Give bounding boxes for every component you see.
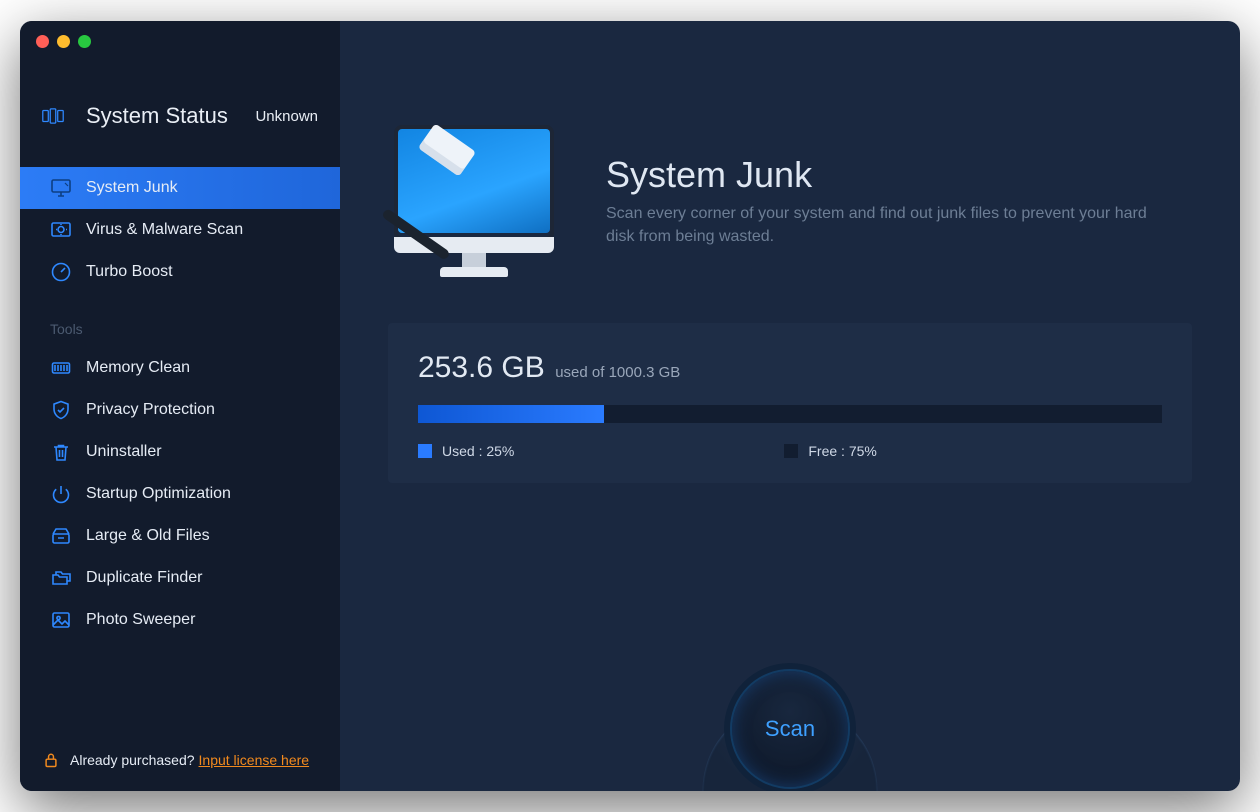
legend-used-label: Used : 25% xyxy=(442,443,514,459)
lock-icon xyxy=(42,751,60,769)
hero: System Junk Scan every corner of your sy… xyxy=(340,121,1240,281)
sidebar-item-uninstaller[interactable]: Uninstaller xyxy=(20,431,340,473)
folders-icon xyxy=(50,567,72,589)
swatch-free xyxy=(784,444,798,458)
sidebar-item-label: Privacy Protection xyxy=(86,401,215,419)
sidebar-item-label: Turbo Boost xyxy=(86,263,173,281)
used-amount: 253.6 GB xyxy=(418,351,545,384)
license-prompt: Already purchased? xyxy=(70,752,195,768)
sidebar-item-system-junk[interactable]: System Junk xyxy=(20,167,340,209)
hero-illustration xyxy=(388,121,558,281)
swatch-used xyxy=(418,444,432,458)
tools-section-label: Tools xyxy=(20,321,340,337)
page-title: System Junk xyxy=(606,154,1166,196)
disk-usage-heading: 253.6 GB used of 1000.3 GB xyxy=(418,351,1162,385)
shield-icon xyxy=(50,399,72,421)
legend-used: Used : 25% xyxy=(418,443,514,459)
system-status-value: Unknown xyxy=(255,108,318,125)
sidebar-item-label: Virus & Malware Scan xyxy=(86,221,243,239)
trash-icon xyxy=(50,441,72,463)
main-content: System Junk Scan every corner of your sy… xyxy=(340,21,1240,791)
minimize-button[interactable] xyxy=(57,35,70,48)
memory-icon xyxy=(50,357,72,379)
license-row: Already purchased? Input license here xyxy=(20,729,340,791)
sidebar-item-label: Large & Old Files xyxy=(86,527,210,545)
photo-icon xyxy=(50,609,72,631)
sidebar-item-label: Photo Sweeper xyxy=(86,611,195,629)
legend-free: Free : 75% xyxy=(784,443,876,459)
sidebar-item-turbo-boost[interactable]: Turbo Boost xyxy=(20,251,340,293)
gauge-icon xyxy=(50,261,72,283)
sidebar-item-privacy[interactable]: Privacy Protection xyxy=(20,389,340,431)
window-controls xyxy=(36,35,91,48)
monitor-icon xyxy=(50,177,72,199)
sidebar-item-virus-scan[interactable]: Virus & Malware Scan xyxy=(20,209,340,251)
disk-usage-panel: 253.6 GB used of 1000.3 GB Used : 25% Fr… xyxy=(388,323,1192,483)
drawer-icon xyxy=(50,525,72,547)
used-of-label: used of 1000.3 GB xyxy=(555,364,680,381)
system-status-title: System Status xyxy=(86,103,228,129)
hero-text: System Junk Scan every corner of your sy… xyxy=(606,154,1166,248)
sidebar-item-startup[interactable]: Startup Optimization xyxy=(20,473,340,515)
page-subtitle: Scan every corner of your system and fin… xyxy=(606,202,1166,248)
license-link[interactable]: Input license here xyxy=(199,752,310,768)
system-status-row[interactable]: System Status Unknown xyxy=(20,103,340,129)
usage-bar-fill xyxy=(418,405,604,423)
sidebar-item-label: Startup Optimization xyxy=(86,485,231,503)
legend-free-label: Free : 75% xyxy=(808,443,876,459)
scan-area: Scan xyxy=(685,641,895,791)
dashboard-icon xyxy=(42,105,64,127)
zoom-button[interactable] xyxy=(78,35,91,48)
sidebar-item-photo-sweeper[interactable]: Photo Sweeper xyxy=(20,599,340,641)
sidebar: System Status Unknown System Junk Virus … xyxy=(20,21,340,791)
close-button[interactable] xyxy=(36,35,49,48)
sidebar-item-label: System Junk xyxy=(86,179,178,197)
bug-scan-icon xyxy=(50,219,72,241)
sidebar-item-label: Uninstaller xyxy=(86,443,162,461)
app-window: System Status Unknown System Junk Virus … xyxy=(20,21,1240,791)
scan-button-label: Scan xyxy=(765,716,815,742)
sidebar-item-label: Memory Clean xyxy=(86,359,190,377)
sidebar-item-memory-clean[interactable]: Memory Clean xyxy=(20,347,340,389)
sidebar-item-large-old[interactable]: Large & Old Files xyxy=(20,515,340,557)
usage-bar xyxy=(418,405,1162,423)
sidebar-item-duplicate[interactable]: Duplicate Finder xyxy=(20,557,340,599)
usage-legend: Used : 25% Free : 75% xyxy=(418,443,1162,459)
scan-button[interactable]: Scan xyxy=(730,669,850,789)
sidebar-item-label: Duplicate Finder xyxy=(86,569,203,587)
power-icon xyxy=(50,483,72,505)
